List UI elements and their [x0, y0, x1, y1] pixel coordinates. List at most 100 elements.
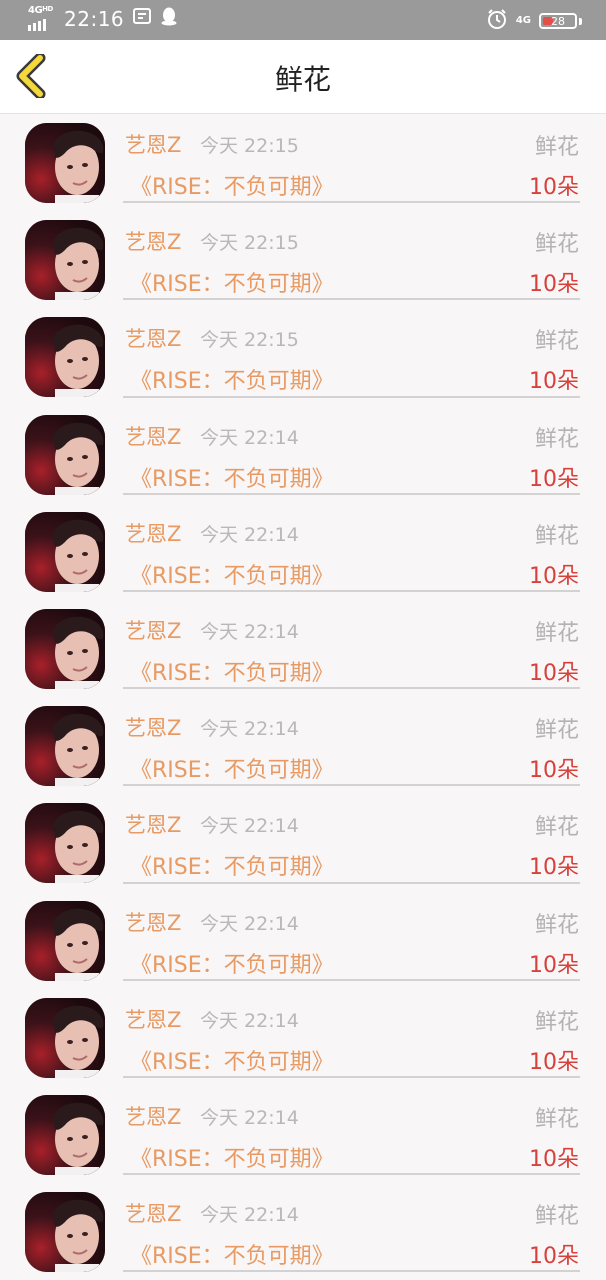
- gift-type: 鲜花: [534, 426, 579, 452]
- send-time: 今天 22:14: [200, 718, 299, 741]
- row-divider: [123, 1173, 580, 1176]
- gift-record-row[interactable]: 艺恩Z 今天 22:15 鲜花 《RISE：不负可期》 10朵: [0, 114, 606, 211]
- gift-type: 鲜花: [534, 523, 579, 549]
- row-divider: [123, 687, 580, 690]
- sender-name[interactable]: 艺恩Z: [125, 615, 181, 645]
- gift-count: 10朵: [529, 952, 579, 978]
- work-title[interactable]: 《RISE：不负可期》: [130, 461, 334, 493]
- gift-count: 10朵: [529, 1049, 579, 1075]
- work-title[interactable]: 《RISE：不负可期》: [130, 655, 334, 687]
- gift-record-row[interactable]: 艺恩Z 今天 22:15 鲜花 《RISE：不负可期》 10朵: [0, 308, 606, 405]
- user-avatar[interactable]: [25, 900, 105, 981]
- work-title[interactable]: 《RISE：不负可期》: [130, 947, 334, 979]
- gift-count: 10朵: [529, 175, 579, 200]
- status-bar-right: 4G 28: [486, 8, 582, 34]
- work-title[interactable]: 《RISE：不负可期》: [130, 849, 334, 881]
- gift-record-row[interactable]: 艺恩Z 今天 22:14 鲜花 《RISE：不负可期》 10朵: [0, 989, 606, 1086]
- top-nav-bar: 鲜花: [0, 40, 606, 114]
- sender-name[interactable]: 艺恩Z: [125, 421, 181, 451]
- gift-type: 鲜花: [534, 912, 579, 938]
- gift-record-row[interactable]: 艺恩Z 今天 22:14 鲜花 《RISE：不负可期》 10朵: [0, 600, 606, 697]
- row-divider: [123, 881, 580, 884]
- gift-record-row[interactable]: 艺恩Z 今天 22:14 鲜花 《RISE：不负可期》 10朵: [0, 406, 606, 503]
- work-title[interactable]: 《RISE：不负可期》: [130, 1141, 334, 1173]
- gift-count: 10朵: [529, 855, 579, 881]
- gift-count: 10朵: [529, 369, 579, 395]
- row-divider: [123, 978, 580, 981]
- gift-type: 鲜花: [534, 135, 579, 160]
- sender-name[interactable]: 艺恩Z: [125, 809, 181, 839]
- gift-type: 鲜花: [534, 329, 579, 355]
- sender-name[interactable]: 艺恩Z: [125, 323, 181, 353]
- gift-type: 鲜花: [534, 620, 579, 646]
- gift-count: 10朵: [529, 563, 579, 589]
- send-time: 今天 22:14: [200, 1106, 299, 1129]
- gift-type: 鲜花: [534, 1204, 579, 1230]
- gift-count: 10朵: [529, 758, 579, 784]
- gift-record-row[interactable]: 艺恩Z 今天 22:15 鲜花 《RISE：不负可期》 10朵: [0, 211, 606, 308]
- user-avatar[interactable]: [25, 414, 105, 495]
- status-bar-left: 4GHD 22:16: [28, 4, 178, 31]
- qq-penguin-icon: [160, 6, 178, 31]
- gift-count: 10朵: [529, 1146, 579, 1172]
- gift-type: 鲜花: [534, 1009, 579, 1035]
- row-divider: [123, 395, 580, 398]
- notification-app-icon: [132, 6, 152, 31]
- gift-type: 鲜花: [534, 232, 579, 258]
- gift-record-row[interactable]: 艺恩Z 今天 22:14 鲜花 《RISE：不负可期》 10朵: [0, 503, 606, 600]
- sender-name[interactable]: 艺恩Z: [125, 129, 181, 159]
- send-time: 今天 22:14: [200, 426, 299, 449]
- sender-name[interactable]: 艺恩Z: [125, 907, 181, 937]
- network-type-label: 4GHD: [28, 4, 53, 16]
- gift-record-row[interactable]: 艺恩Z 今天 22:14 鲜花 《RISE：不负可期》 10朵: [0, 1086, 606, 1183]
- send-time: 今天 22:14: [200, 523, 299, 546]
- user-avatar[interactable]: [25, 123, 105, 203]
- row-divider: [123, 201, 580, 204]
- sender-name[interactable]: 艺恩Z: [125, 1004, 181, 1034]
- work-title[interactable]: 《RISE：不负可期》: [130, 752, 334, 784]
- row-divider: [123, 784, 580, 787]
- send-time: 今天 22:15: [200, 135, 299, 157]
- gift-count: 10朵: [529, 660, 579, 686]
- work-title[interactable]: 《RISE：不负可期》: [130, 169, 334, 201]
- gift-type: 鲜花: [534, 718, 579, 744]
- sender-name[interactable]: 艺恩Z: [125, 226, 181, 256]
- row-divider: [123, 1270, 580, 1273]
- user-avatar[interactable]: [25, 608, 105, 689]
- row-divider: [123, 589, 580, 592]
- work-title[interactable]: 《RISE：不负可期》: [130, 266, 334, 298]
- user-avatar[interactable]: [25, 317, 105, 398]
- gift-record-row[interactable]: 艺恩Z 今天 22:14 鲜花 《RISE：不负可期》 10朵: [0, 892, 606, 989]
- gift-record-row[interactable]: 艺恩Z 今天 22:14 鲜花 《RISE：不负可期》 10朵: [0, 794, 606, 891]
- work-title[interactable]: 《RISE：不负可期》: [130, 363, 334, 395]
- battery-level: 28: [551, 14, 565, 28]
- sender-name[interactable]: 艺恩Z: [125, 1198, 181, 1228]
- user-avatar[interactable]: [25, 803, 105, 884]
- sender-name[interactable]: 艺恩Z: [125, 1101, 181, 1131]
- send-time: 今天 22:15: [200, 329, 299, 352]
- user-avatar[interactable]: [25, 511, 105, 592]
- send-time: 今天 22:15: [200, 232, 299, 255]
- work-title[interactable]: 《RISE：不负可期》: [130, 1044, 334, 1076]
- work-title[interactable]: 《RISE：不负可期》: [130, 558, 334, 590]
- battery-tip: [579, 17, 582, 25]
- sender-name[interactable]: 艺恩Z: [125, 518, 181, 548]
- gift-record-row[interactable]: 艺恩Z 今天 22:14 鲜花 《RISE：不负可期》 10朵: [0, 1183, 606, 1280]
- status-bar: 4GHD 22:16 4G 28: [0, 0, 606, 40]
- cellular-signal-icon: 4GHD: [28, 4, 56, 31]
- row-divider: [123, 1075, 580, 1078]
- work-title[interactable]: 《RISE：不负可期》: [130, 1238, 334, 1270]
- page-title: 鲜花: [274, 63, 331, 96]
- row-divider: [123, 492, 580, 495]
- sender-name[interactable]: 艺恩Z: [125, 712, 181, 742]
- user-avatar[interactable]: [25, 997, 105, 1078]
- gift-record-row[interactable]: 艺恩Z 今天 22:14 鲜花 《RISE：不负可期》 10朵: [0, 697, 606, 794]
- user-avatar[interactable]: [25, 220, 105, 301]
- send-time: 今天 22:14: [200, 1009, 299, 1032]
- send-time: 今天 22:14: [200, 815, 299, 838]
- user-avatar[interactable]: [25, 1192, 105, 1273]
- user-avatar[interactable]: [25, 1094, 105, 1175]
- send-time: 今天 22:14: [200, 1204, 299, 1227]
- user-avatar[interactable]: [25, 706, 105, 787]
- gift-record-list: 艺恩Z 今天 22:15 鲜花 《RISE：不负可期》 10朵 艺恩Z 今天 2…: [0, 114, 606, 1280]
